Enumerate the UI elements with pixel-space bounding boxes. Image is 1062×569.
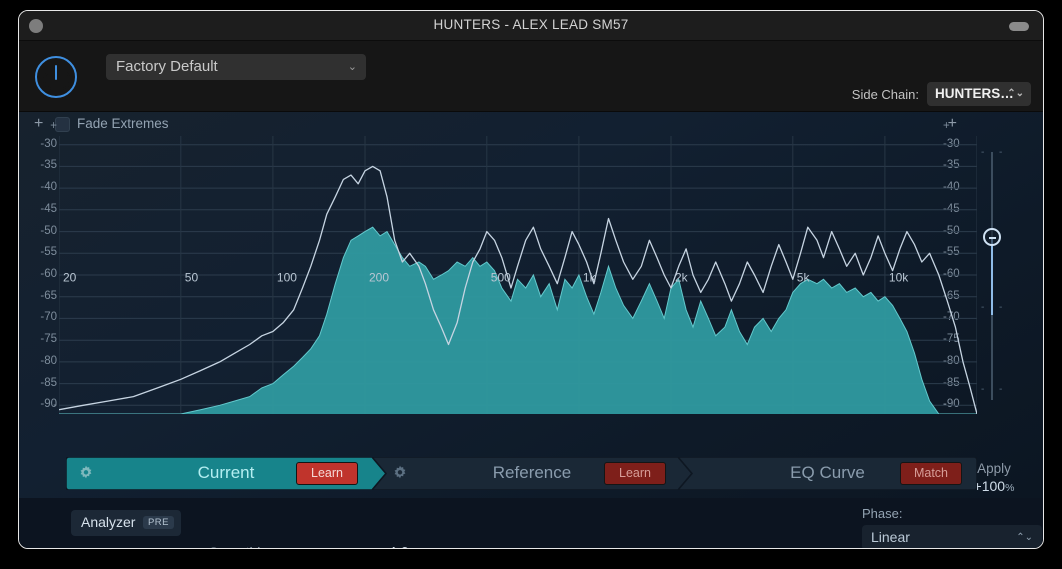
stage-current-learn-button[interactable]: Learn [296,462,358,485]
bottom-controls: Analyzer PRE Smoothing 4.0 Phase: Linear… [19,498,1043,548]
preset-dropdown[interactable]: Factory Default ⌄ [106,54,366,80]
options-bar: + + Fade Extremes [19,112,1043,136]
apply-unit: % [1005,482,1015,494]
y-axis-minus: - [53,399,57,411]
analyzer-label: Analyzer [81,514,136,530]
y-axis-tick-label: -60 [40,268,57,280]
phase-value: Linear [871,529,910,545]
slider-knob[interactable] [983,228,1001,247]
slider-fill [991,237,993,315]
x-axis-tick-label: 50 [185,271,199,285]
title-bar: HUNTERS - ALEX LEAD SM57 [19,11,1043,41]
slider-tick-mid-right: - [999,302,1003,313]
slider-tick-bottom: - [981,384,985,395]
stepper-icon: ⌃⌄ [1016,532,1033,543]
analyzer-panel: + + Fade Extremes + -30 -35 -40 -45 -50 -55 -6… [19,111,1043,498]
y-axis-plus: + [943,120,950,132]
plugin-toolbar: Factory Default ⌄ ‹ › Compare Copy Paste… [19,41,1043,139]
y-axis-tick-label: -50 [40,224,57,237]
spectrum-svg: 20501002005001k2k5k10k20k [59,136,977,414]
fade-extremes-label: Fade Extremes [77,116,169,131]
analyzer-pre-badge[interactable]: PRE [142,516,174,529]
x-axis-tick-label: 200 [369,271,389,285]
window-title: HUNTERS - ALEX LEAD SM57 [433,17,629,32]
power-icon[interactable] [35,56,77,98]
stage-reference[interactable]: Reference Learn [372,457,692,490]
y-axis-plus: + [50,120,57,132]
y-axis-tick-label: -75 [40,333,57,346]
stepper-icon: ⌃⌄ [1007,88,1024,99]
smoothing-control: Smoothing 4.0 [19,544,439,548]
y-axis-tick-label: -70 [40,311,57,324]
y-axis-tick-label: -85 [40,376,57,389]
slider-tick-bottom-right: - [999,384,1003,395]
slider-tick-mid: - [981,302,985,313]
smoothing-value: 4.0 [359,544,409,548]
stage-eq-curve[interactable]: EQ Curve Match [678,457,977,490]
chevron-down-icon: ⌄ [347,61,357,73]
phase-label: Phase: [862,506,903,521]
stage-reference-learn-button[interactable]: Learn [604,462,666,485]
y-axis-tick-label: -40 [40,181,57,194]
x-axis-tick-label: 20 [63,271,77,285]
y-axis-tick-label: -55 [40,246,57,259]
side-chain-label: Side Chain: [851,87,919,102]
x-axis-tick-label: 2k [675,271,689,285]
y-axis-tick-label: -80 [40,354,57,367]
preset-name: Factory Default [116,58,218,75]
x-axis-tick-label: 100 [277,271,297,285]
plugin-window: HUNTERS - ALEX LEAD SM57 Factory Default… [18,10,1044,549]
apply-amount-slider[interactable]: - - - - - - [981,147,1003,400]
y-axis-tick-label: -45 [40,202,57,215]
x-axis-tick-label: 10k [889,271,909,285]
phase-dropdown[interactable]: Linear ⌃⌄ [862,525,1042,548]
y-axis-tick-label: -30 [40,137,57,150]
y-axis-tick-label: -35 [40,159,57,172]
stage-current[interactable]: Current Learn [66,457,386,490]
fade-extremes-checkbox[interactable] [55,117,70,132]
y-axis-tick-label: -65 [40,289,57,302]
side-chain-selector[interactable]: HUNTERS… ⌃⌄ [927,82,1031,106]
x-axis-tick-label: 1k [583,271,597,285]
smoothing-label: Smoothing [209,544,276,548]
analyzer-button[interactable]: Analyzer PRE [71,510,181,536]
slider-tick-top-right: - [999,147,1003,158]
slider-tick-top: - [981,147,985,158]
series-smoothed-area [59,227,977,414]
stage-eq-curve-match-button[interactable]: Match [900,462,962,485]
apply-number: +100 [973,478,1006,494]
side-chain-value: HUNTERS… [935,86,1014,101]
spectrum-plot[interactable]: 20501002005001k2k5k10k20k [59,136,977,414]
resize-pill-icon[interactable] [1009,22,1029,31]
stage-chevron-bar: Current Learn Reference Learn EQ Curve M… [66,457,977,490]
x-axis-tick-label: 5k [797,271,811,285]
x-axis-tick-label: 500 [491,271,511,285]
